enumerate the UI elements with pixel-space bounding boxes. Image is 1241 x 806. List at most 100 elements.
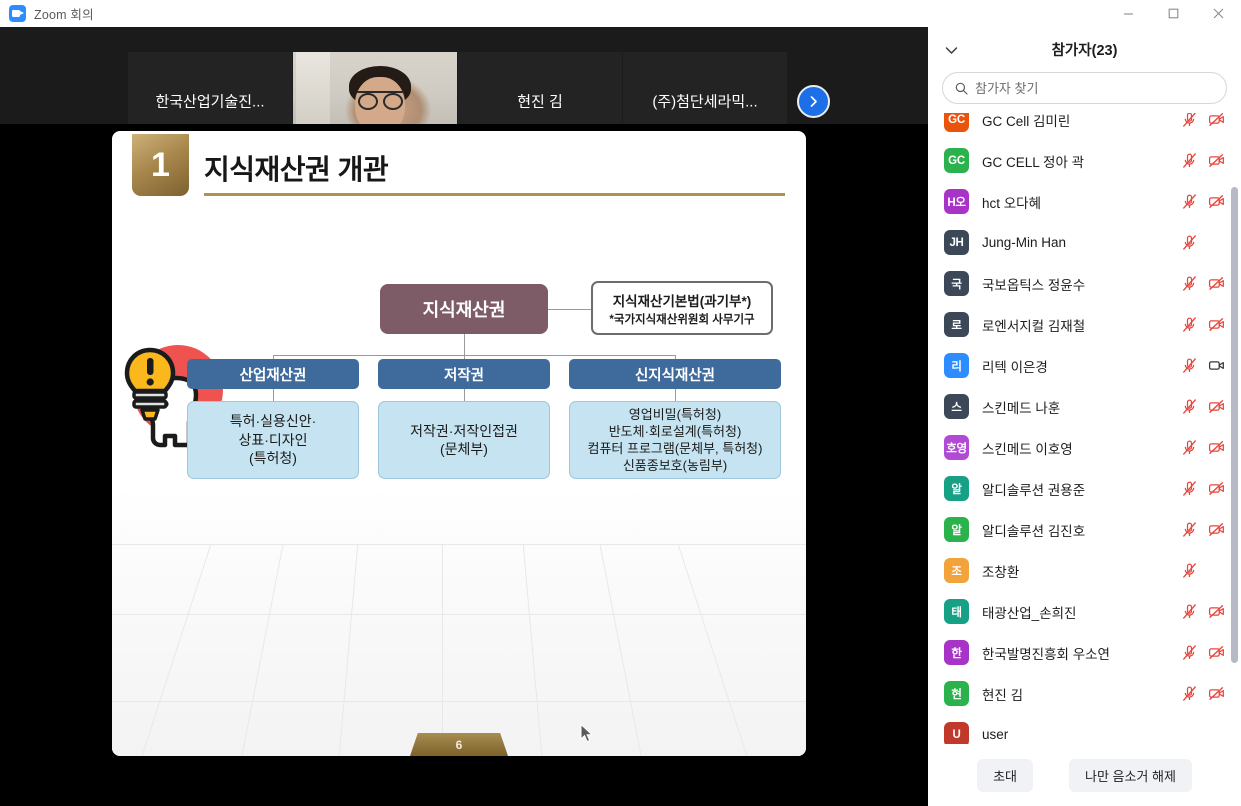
video-status[interactable] [1208,316,1225,333]
mic-status[interactable] [1181,521,1198,538]
participant-row[interactable]: 한 한국발명진흥회 우소연 [928,632,1241,673]
participant-name: 태광산업_손희진 [982,605,1077,621]
mic-status[interactable] [1181,398,1198,415]
mic-status[interactable] [1181,234,1198,251]
category-header: 산업재산권 [187,359,359,389]
invite-button[interactable]: 초대 [977,758,1033,792]
avatar: JH [944,230,969,255]
window-title: Zoom 회의 [34,8,94,22]
mic-status[interactable] [1181,603,1198,620]
video-status[interactable] [1208,439,1225,456]
maximize-button[interactable] [1151,0,1196,27]
diagram-root-node: 지식재산권 [380,284,548,334]
thumbnail-display-name: (주)첨단세라믹... [652,93,758,110]
video-status[interactable] [1208,644,1225,661]
participants-panel-footer: 초대 나만 음소거 해제 [928,744,1241,806]
category-header: 저작권 [378,359,550,389]
participant-row[interactable]: 로 로엔서지컬 김재철 [928,304,1241,345]
mic-status[interactable] [1181,644,1198,661]
presentation-slide[interactable]: 1 지식재산권 개관 지식재산권 지식재산기본법(과기부*) *국가지식재산위원… [112,131,806,756]
participant-search-wrapper [928,72,1241,112]
video-off-icon [1208,276,1224,291]
participant-row[interactable]: 국 국보옵틱스 정윤수 [928,263,1241,304]
participant-row[interactable]: 알 알디솔루션 김진호 [928,509,1241,550]
video-off-icon [1208,645,1224,660]
video-status[interactable] [1208,113,1225,128]
mic-status[interactable] [1181,152,1198,169]
participant-name: user [982,727,1009,742]
minimize-button[interactable] [1106,0,1151,27]
participant-row[interactable]: 조 조창환 [928,550,1241,591]
participant-status-icons [1181,113,1225,128]
participant-status-icons [1181,521,1225,538]
mic-status[interactable] [1181,439,1198,456]
mic-status[interactable] [1181,480,1198,497]
participant-row[interactable]: JH Jung-Min Han [928,222,1241,263]
participant-status-icons [1181,685,1225,702]
participant-name: 로엔서지컬 김재철 [982,318,1086,334]
participant-row[interactable]: H오 hct 오다혜 [928,181,1241,222]
participant-row[interactable]: 알 알디솔루션 권용준 [928,468,1241,509]
participants-panel: 참가자(23) GC GC Cell 김미린 GC GC CELL 정아 곽 H오 hct… [928,27,1241,806]
mic-status[interactable] [1181,193,1198,210]
mic-status[interactable] [1181,562,1198,579]
filmstrip-next-button[interactable] [797,85,830,118]
participant-status-icons [1181,726,1225,743]
video-off-icon [1208,522,1224,537]
participant-status-icons [1181,152,1225,169]
video-status[interactable] [1208,275,1225,292]
mic-off-icon [1182,645,1197,660]
category-body: 저작권·저작인접권 (문체부) [378,401,550,479]
participants-list[interactable]: GC GC Cell 김미린 GC GC CELL 정아 곽 H오 hct 오다혜 JH Ju… [928,113,1241,768]
video-status[interactable] [1208,152,1225,169]
participant-status-icons [1181,398,1225,415]
participant-name: 한국발명진흥회 우소연 [982,646,1110,662]
collapse-panel-button[interactable] [940,39,962,61]
video-status[interactable] [1208,357,1225,374]
avatar: 국 [944,271,969,296]
participant-row[interactable]: 호영 스킨메드 이호영 [928,427,1241,468]
mic-status[interactable] [1181,357,1198,374]
mic-status[interactable] [1181,316,1198,333]
video-off-icon [1208,194,1224,209]
mic-status[interactable] [1181,726,1198,743]
participant-row[interactable]: 태 태광산업_손희진 [928,591,1241,632]
mic-status[interactable] [1181,685,1198,702]
mic-off-icon [1182,113,1197,127]
participant-name: 국보옵틱스 정윤수 [982,277,1086,293]
video-status[interactable] [1208,521,1225,538]
participant-row[interactable]: 리 리텍 이은경 [928,345,1241,386]
participant-status-icons [1181,316,1225,333]
video-status[interactable] [1208,398,1225,415]
video-off-icon [1208,481,1224,496]
mic-off-icon [1182,276,1197,291]
participants-scrollbar[interactable] [1231,187,1238,663]
unmute-me-button[interactable]: 나만 음소거 해제 [1068,758,1192,792]
participant-row[interactable]: 스 스킨메드 나훈 [928,386,1241,427]
participant-name: 알디솔루션 권용준 [982,482,1086,498]
close-button[interactable] [1196,0,1241,27]
mic-status[interactable] [1181,113,1198,128]
video-status[interactable] [1208,685,1225,702]
participant-row[interactable]: GC GC CELL 정아 곽 [928,140,1241,181]
participant-search-box[interactable] [942,72,1227,104]
participant-row[interactable]: 현 현진 김 [928,673,1241,714]
participant-status-icons [1181,234,1225,251]
participant-name: hct 오다혜 [982,195,1042,211]
connector-horizontal-bus [273,355,675,356]
video-status[interactable] [1208,726,1225,743]
video-status[interactable] [1208,562,1225,579]
video-off-icon [1208,113,1224,127]
mic-status[interactable] [1181,275,1198,292]
avatar: H오 [944,189,969,214]
mic-off-icon [1182,481,1197,496]
video-status[interactable] [1208,480,1225,497]
video-off-icon [1208,604,1224,619]
video-status[interactable] [1208,193,1225,210]
mic-off-icon [1182,235,1197,250]
video-status[interactable] [1208,603,1225,620]
participant-row[interactable]: GC GC Cell 김미린 [928,113,1241,140]
video-status[interactable] [1208,234,1225,251]
search-input[interactable] [975,80,1214,96]
window-titlebar: Zoom 회의 [0,0,1241,27]
